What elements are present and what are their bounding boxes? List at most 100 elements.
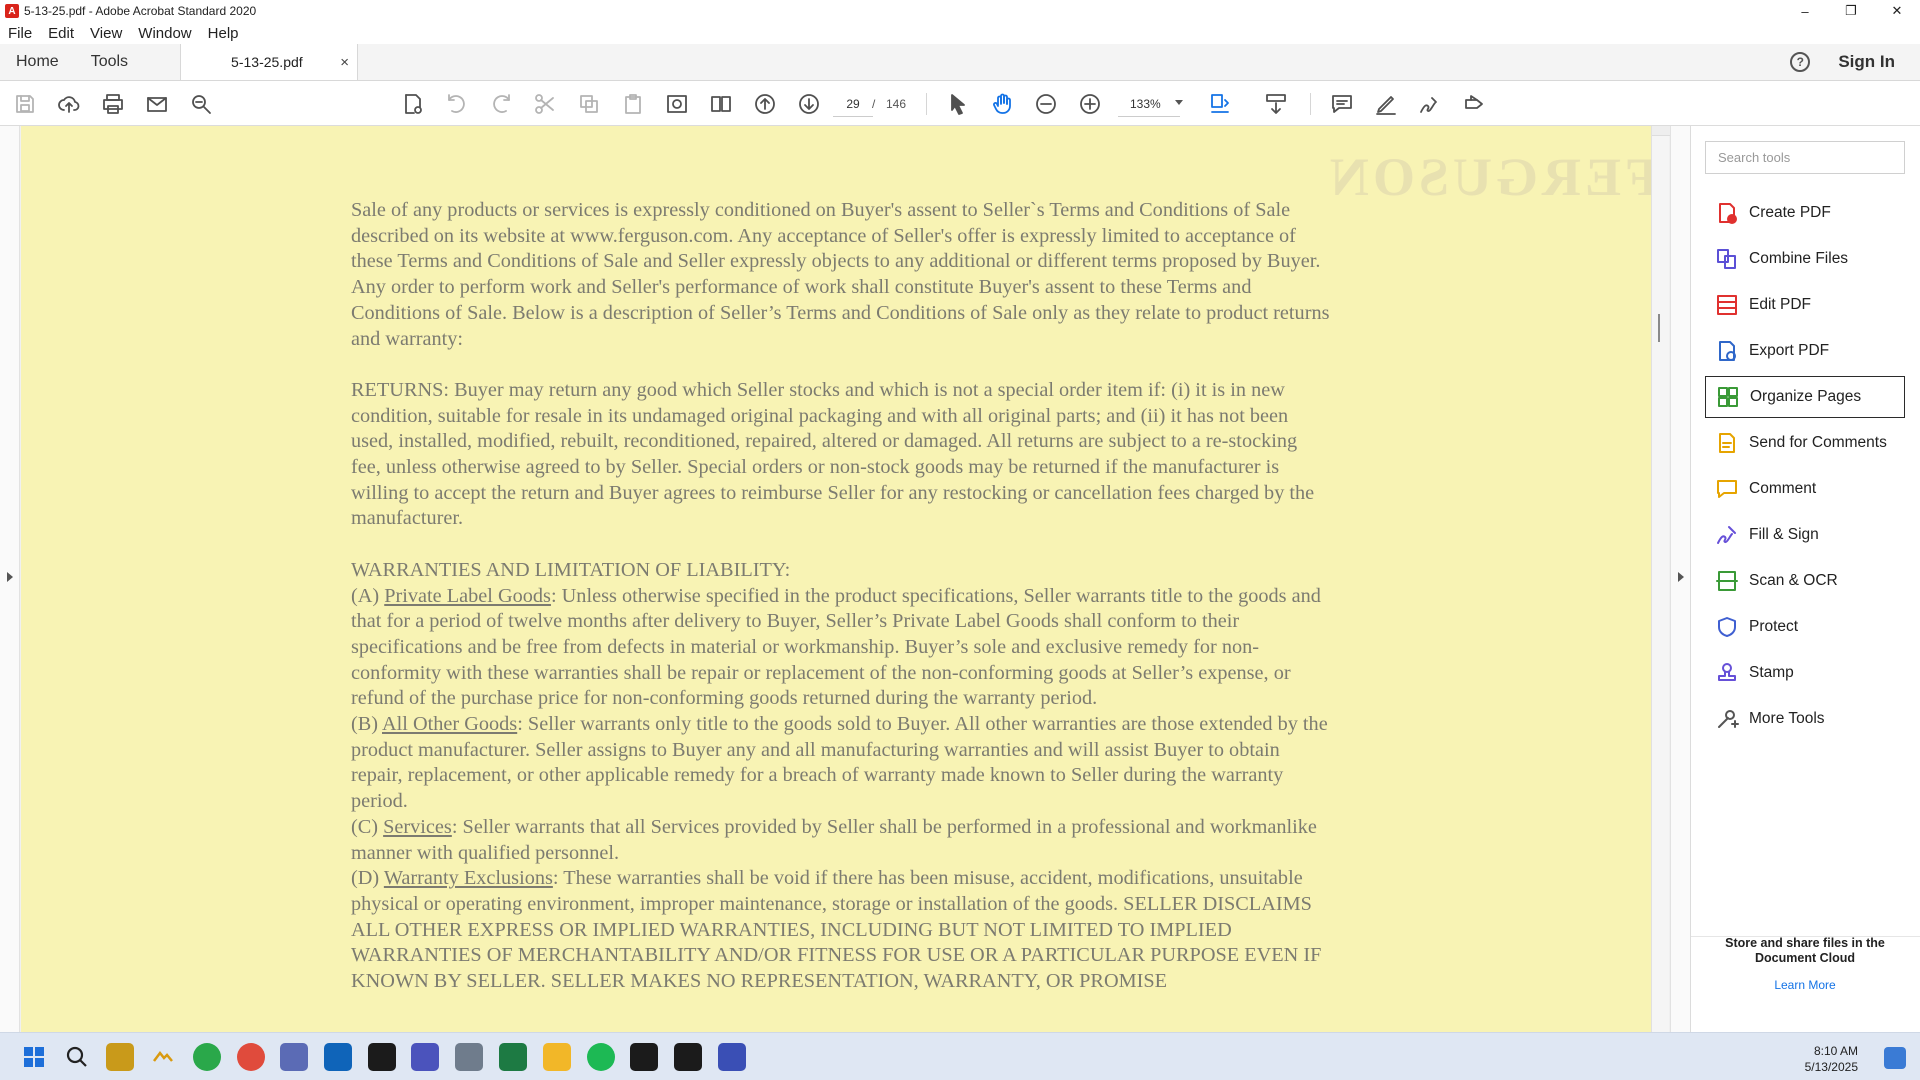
outlook-icon[interactable]: [324, 1043, 352, 1071]
menu-view[interactable]: View: [90, 25, 122, 42]
close-tab-icon[interactable]: ×: [340, 54, 349, 71]
section-prefix: (D): [351, 867, 384, 890]
next-page-icon[interactable]: [796, 91, 822, 117]
close-window-button[interactable]: ✕: [1874, 0, 1920, 22]
app-icon[interactable]: [368, 1043, 396, 1071]
zoom-dropdown-icon[interactable]: [1175, 100, 1183, 105]
tool-combine-files[interactable]: Combine Files: [1705, 238, 1905, 280]
protect-icon: [1715, 615, 1739, 639]
tool-export-pdf[interactable]: Export PDF: [1705, 330, 1905, 372]
fit-page-icon[interactable]: [1207, 91, 1233, 117]
vertical-scrollbar[interactable]: [1651, 126, 1670, 1032]
right-panel-toggle[interactable]: [1670, 126, 1690, 1032]
app-icon[interactable]: [149, 1043, 177, 1071]
acrobat-app-icon: A: [5, 4, 19, 18]
zoom-level-field[interactable]: 133%: [1118, 91, 1180, 117]
tab-tools[interactable]: Tools: [75, 44, 144, 80]
copy-icon[interactable]: [576, 91, 602, 117]
clock-time: 8:10 AM: [1813, 1044, 1858, 1058]
maximize-button[interactable]: ❐: [1828, 0, 1874, 22]
find-zoom-icon[interactable]: [188, 91, 214, 117]
tool-protect[interactable]: Protect: [1705, 606, 1905, 648]
menu-help[interactable]: Help: [208, 25, 239, 42]
minimize-button[interactable]: –: [1782, 0, 1828, 22]
zoom-in-icon[interactable]: [1077, 91, 1103, 117]
tool-label: Export PDF: [1749, 342, 1830, 359]
zoom-out-icon[interactable]: [1033, 91, 1059, 117]
expand-left-icon[interactable]: [7, 572, 13, 582]
combine-files-icon: [1715, 247, 1739, 271]
scrollbar-thumb[interactable]: [1658, 314, 1660, 342]
highlight-pen-icon[interactable]: [1373, 91, 1399, 117]
share-icon[interactable]: [1461, 91, 1487, 117]
print-icon[interactable]: [100, 91, 126, 117]
teams-icon[interactable]: [411, 1043, 439, 1071]
menu-edit[interactable]: Edit: [48, 25, 74, 42]
help-icon[interactable]: ?: [1790, 52, 1811, 72]
comment-icon: [1715, 477, 1739, 501]
menu-window[interactable]: Window: [138, 25, 191, 42]
tool-create-pdf[interactable]: Create PDF: [1705, 192, 1905, 234]
tab-home[interactable]: Home: [0, 44, 75, 80]
app-icon[interactable]: [280, 1043, 308, 1071]
email-icon[interactable]: [144, 91, 170, 117]
excel-icon[interactable]: [499, 1043, 527, 1071]
left-panel-toggle[interactable]: [0, 126, 20, 1032]
app-icon[interactable]: [630, 1043, 658, 1071]
tool-comment[interactable]: Comment: [1705, 468, 1905, 510]
section-title: All Other Goods: [382, 713, 518, 736]
sign-in-button[interactable]: Sign In: [1838, 52, 1895, 72]
scrolling-mode-icon[interactable]: [1263, 91, 1289, 117]
upload-icon[interactable]: [56, 91, 82, 117]
spotify-icon[interactable]: [587, 1043, 615, 1071]
save-icon[interactable]: [12, 91, 38, 117]
system-clock[interactable]: 8:10 AM 5/13/2025: [1805, 1043, 1858, 1075]
select-cursor-icon[interactable]: [945, 91, 971, 117]
acrobat-taskbar-icon[interactable]: [674, 1043, 702, 1071]
page-text: Sale of any products or services is expr…: [351, 198, 1331, 995]
tool-fill-sign[interactable]: Fill & Sign: [1705, 514, 1905, 556]
warranty-section-b: (B) All Other Goods: Seller warrants onl…: [351, 712, 1331, 815]
menu-file[interactable]: File: [8, 25, 32, 42]
tool-organize-pages[interactable]: Organize Pages: [1705, 376, 1905, 418]
scrollbar-top[interactable]: [1652, 126, 1670, 136]
search-tools-input[interactable]: Search tools: [1705, 141, 1905, 174]
tool-more-tools[interactable]: More Tools: [1705, 698, 1905, 740]
page-number-input[interactable]: 29: [833, 91, 873, 117]
cut-icon[interactable]: [532, 91, 558, 117]
app-icon[interactable]: [718, 1043, 746, 1071]
tool-edit-pdf[interactable]: Edit PDF: [1705, 284, 1905, 326]
paste-icon[interactable]: [620, 91, 646, 117]
search-icon[interactable]: [63, 1043, 91, 1071]
file-explorer-icon[interactable]: [543, 1043, 571, 1071]
tab-document[interactable]: 5-13-25.pdf ×: [180, 44, 359, 80]
redo-icon[interactable]: [488, 91, 514, 117]
fill-sign-icon: [1715, 523, 1739, 547]
tool-label: Comment: [1749, 480, 1817, 497]
app-icon[interactable]: [106, 1043, 134, 1071]
app-icon[interactable]: [193, 1043, 221, 1071]
previous-page-icon[interactable]: [752, 91, 778, 117]
start-icon[interactable]: [20, 1043, 48, 1071]
hand-tool-icon[interactable]: [989, 91, 1015, 117]
toolbar: 29 / 146 133%: [0, 81, 1920, 126]
snapshot-icon[interactable]: [664, 91, 690, 117]
tool-scan-ocr[interactable]: Scan & OCR: [1705, 560, 1905, 602]
tool-stamp[interactable]: Stamp: [1705, 652, 1905, 694]
tool-label: Fill & Sign: [1749, 526, 1819, 543]
review-page-icon[interactable]: [400, 91, 426, 117]
window-controls: – ❐ ✕: [1782, 0, 1920, 22]
add-comment-icon[interactable]: [1329, 91, 1355, 117]
chrome-icon[interactable]: [237, 1043, 265, 1071]
tool-send-for-comments[interactable]: Send for Comments: [1705, 422, 1905, 464]
notification-icon[interactable]: [1884, 1047, 1906, 1069]
sign-icon[interactable]: [1417, 91, 1443, 117]
tab-bar-right: ? Sign In: [1790, 44, 1920, 80]
tool-label: Edit PDF: [1749, 296, 1812, 313]
two-page-icon[interactable]: [708, 91, 734, 117]
learn-more-link[interactable]: Learn More: [1705, 978, 1905, 992]
collapse-right-icon[interactable]: [1678, 572, 1684, 582]
calculator-icon[interactable]: [455, 1043, 483, 1071]
undo-icon[interactable]: [444, 91, 470, 117]
section-title: Services: [383, 815, 452, 838]
